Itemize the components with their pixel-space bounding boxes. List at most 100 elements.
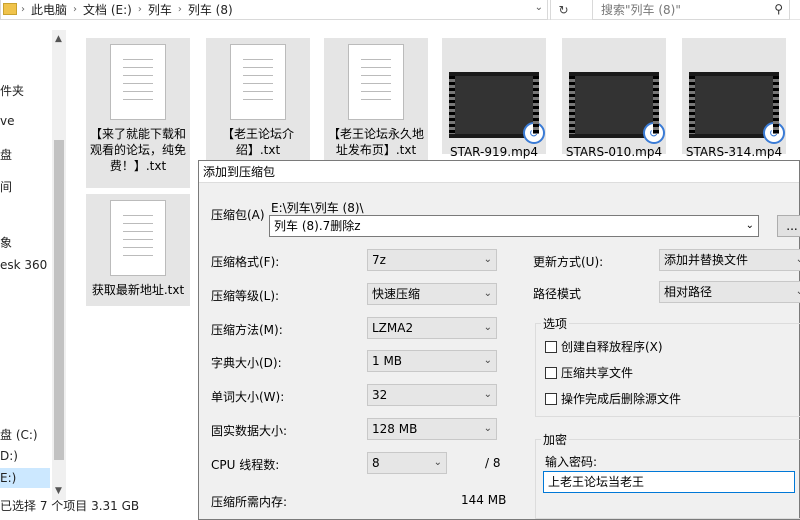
memory-value: 144 MB	[461, 493, 507, 507]
chevron-right-icon: ›	[73, 4, 78, 15]
dialog-title: 添加到压缩包	[199, 161, 799, 183]
password-field[interactable]: 上老王论坛当老王	[543, 471, 795, 493]
checkbox-box	[545, 340, 557, 353]
solid-select[interactable]: 128 MB ⌄	[367, 418, 497, 440]
text-file-icon	[110, 200, 166, 276]
delete-source-checkbox[interactable]: 操作完成后删除源文件	[545, 390, 681, 407]
method-label: 压缩方法(M):	[211, 323, 283, 337]
nav-item[interactable]: ve	[0, 114, 14, 128]
update-label: 更新方式(U):	[533, 255, 604, 269]
nav-item[interactable]: 件夹	[0, 82, 24, 99]
player-badge-icon: ↺	[763, 122, 785, 144]
refresh-icon[interactable]: ↻	[550, 0, 576, 20]
chevron-down-icon: ⌄	[795, 286, 800, 297]
threads-value: 8	[372, 456, 380, 470]
scrollbar-thumb[interactable]	[54, 140, 64, 460]
chevron-down-icon[interactable]: ⌄	[535, 2, 543, 13]
level-label: 压缩等级(L):	[211, 289, 280, 303]
file-item[interactable]: 【老王论坛永久地址发布页】.txt	[324, 38, 428, 160]
chevron-down-icon: ⌄	[483, 423, 492, 434]
threads-max: / 8	[485, 456, 501, 470]
path-mode-select[interactable]: 相对路径 ⌄	[659, 281, 800, 303]
archive-name-value: 列车 (8).7删除z	[274, 219, 361, 233]
video-thumbnail-icon: ↺	[689, 72, 785, 144]
scroll-up-icon[interactable]: ▲	[55, 34, 62, 44]
method-value: LZMA2	[372, 321, 414, 335]
solid-label: 固实数据大小:	[211, 424, 288, 438]
file-name: 【来了就能下载和观看的论坛，纯免费！】.txt	[89, 127, 186, 173]
scroll-down-icon[interactable]: ▼	[55, 486, 62, 496]
add-to-archive-dialog: 添加到压缩包 压缩包(A) E:\列车\列车 (8)\ 列车 (8).7删除z …	[198, 160, 800, 520]
file-name: 【老王论坛永久地址发布页】.txt	[327, 127, 424, 157]
nav-item[interactable]: 盘	[0, 146, 12, 163]
breadcrumb-item[interactable]: 此电脑	[27, 1, 71, 18]
video-thumbnail-icon: ↺	[449, 72, 545, 144]
archive-name-field[interactable]: 列车 (8).7删除z ⌄	[269, 215, 759, 237]
dict-select[interactable]: 1 MB ⌄	[367, 350, 497, 372]
path-mode-label: 路径模式	[533, 287, 582, 301]
word-value: 32	[372, 388, 388, 402]
password-value: 上老王论坛当老王	[548, 475, 645, 489]
chevron-down-icon[interactable]: ⌄	[746, 216, 754, 236]
nav-item-drive-e[interactable]: E:)	[0, 471, 16, 485]
chevron-right-icon: ›	[21, 4, 25, 15]
chevron-down-icon: ⌄	[483, 254, 492, 265]
memory-label: 压缩所需内存:	[211, 495, 288, 509]
level-value: 快速压缩	[372, 287, 421, 301]
folder-icon	[3, 3, 17, 15]
archive-path: E:\列车\列车 (8)\	[271, 201, 364, 215]
file-item[interactable]: ↺ STARS-010.mp4	[562, 38, 666, 159]
option-label: 压缩共享文件	[561, 366, 634, 380]
text-file-icon	[348, 44, 404, 120]
option-label: 创建自释放程序(X)	[561, 340, 663, 354]
format-label: 压缩格式(F):	[211, 255, 280, 269]
chevron-down-icon: ⌄	[483, 322, 492, 333]
file-item[interactable]: 【来了就能下载和观看的论坛，纯免费！】.txt	[86, 38, 190, 188]
chevron-right-icon: ›	[177, 4, 182, 15]
encryption-title: 加密	[541, 431, 570, 448]
threads-select[interactable]: 8 ⌄	[367, 452, 447, 474]
nav-item[interactable]: 象	[0, 234, 12, 251]
dict-label: 字典大小(D):	[211, 356, 282, 370]
file-item[interactable]: ↺ STARS-314.mp4	[682, 38, 786, 159]
level-select[interactable]: 快速压缩 ⌄	[367, 283, 497, 305]
player-badge-icon: ↺	[523, 122, 545, 144]
method-select[interactable]: LZMA2 ⌄	[367, 317, 497, 339]
solid-value: 128 MB	[372, 422, 418, 436]
checkbox-box	[545, 366, 557, 379]
word-label: 单词大小(W):	[211, 390, 285, 404]
status-bar: 已选择 7 个项目 3.31 GB	[0, 499, 140, 513]
nav-item-drive-d[interactable]: D:)	[0, 449, 18, 463]
file-name: 获取最新地址.txt	[91, 283, 185, 297]
chevron-right-icon: ›	[137, 4, 142, 15]
update-select[interactable]: 添加并替换文件 ⌄	[659, 249, 800, 271]
search-icon: ⚲	[774, 2, 783, 16]
option-label: 操作完成后删除源文件	[561, 392, 682, 406]
file-name: 【老王论坛介绍】.txt	[221, 127, 294, 157]
shared-files-checkbox[interactable]: 压缩共享文件	[545, 364, 633, 381]
player-badge-icon: ↺	[643, 122, 665, 144]
nav-item-drive-c[interactable]: 盘 (C:)	[0, 426, 38, 443]
breadcrumb-item[interactable]: 列车 (8)	[184, 1, 237, 18]
nav-scrollbar[interactable]: ▲ ▼	[52, 30, 66, 500]
browse-button[interactable]: ...	[777, 215, 800, 237]
video-thumbnail-icon: ↺	[569, 72, 665, 144]
chevron-down-icon: ⌄	[433, 457, 442, 468]
breadcrumb-item[interactable]: 列车	[144, 1, 176, 18]
breadcrumb-item[interactable]: 文档 (E:)	[79, 1, 136, 18]
nav-item[interactable]: esk 360	[0, 258, 47, 272]
dict-value: 1 MB	[372, 354, 403, 368]
nav-item[interactable]: 间	[0, 178, 12, 195]
file-item[interactable]: 获取最新地址.txt	[86, 194, 190, 306]
search-input[interactable]: 搜索"列车 (8)" ⚲	[592, 0, 790, 20]
breadcrumb[interactable]: › 此电脑 › 文档 (E:) › 列车 › 列车 (8) ⌄	[0, 0, 548, 20]
text-file-icon	[230, 44, 286, 120]
search-placeholder: 搜索"列车 (8)"	[601, 3, 681, 17]
checkbox-box	[545, 392, 557, 405]
file-item[interactable]: ↺ STAR-919.mp4	[442, 38, 546, 159]
word-select[interactable]: 32 ⌄	[367, 384, 497, 406]
sfx-checkbox[interactable]: 创建自释放程序(X)	[545, 338, 663, 355]
file-item[interactable]: 【老王论坛介绍】.txt	[206, 38, 310, 160]
format-select[interactable]: 7z ⌄	[367, 249, 497, 271]
options-title: 选项	[541, 315, 570, 332]
